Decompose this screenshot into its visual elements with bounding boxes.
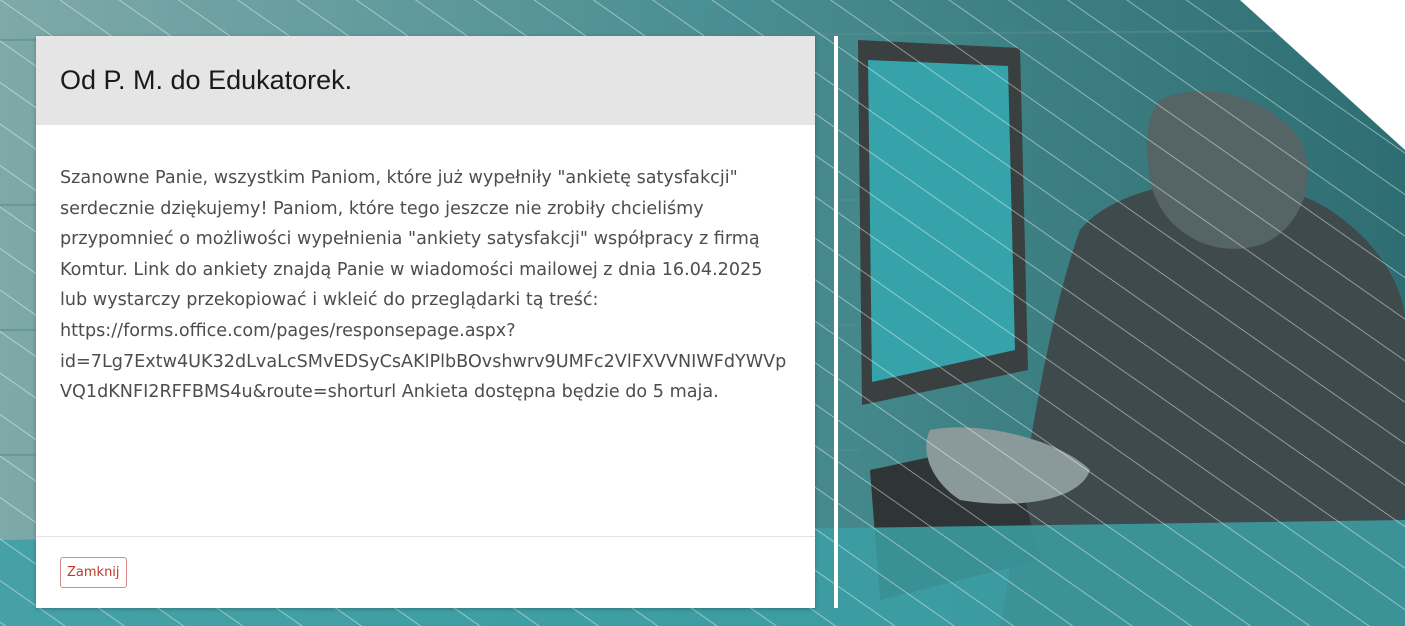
modal-title: Od P. M. do Edukatorek. [60, 65, 353, 95]
modal-body: Szanowne Panie, wszystkim Paniom, które … [60, 168, 787, 403]
vertical-divider [834, 36, 838, 608]
announcement-modal: Od P. M. do Edukatorek. Szanowne Panie, … [36, 36, 815, 608]
close-button[interactable]: Zamknij [60, 557, 127, 588]
modal-footer: Zamknij [36, 536, 815, 608]
modal-header: Od P. M. do Edukatorek. [36, 36, 815, 125]
